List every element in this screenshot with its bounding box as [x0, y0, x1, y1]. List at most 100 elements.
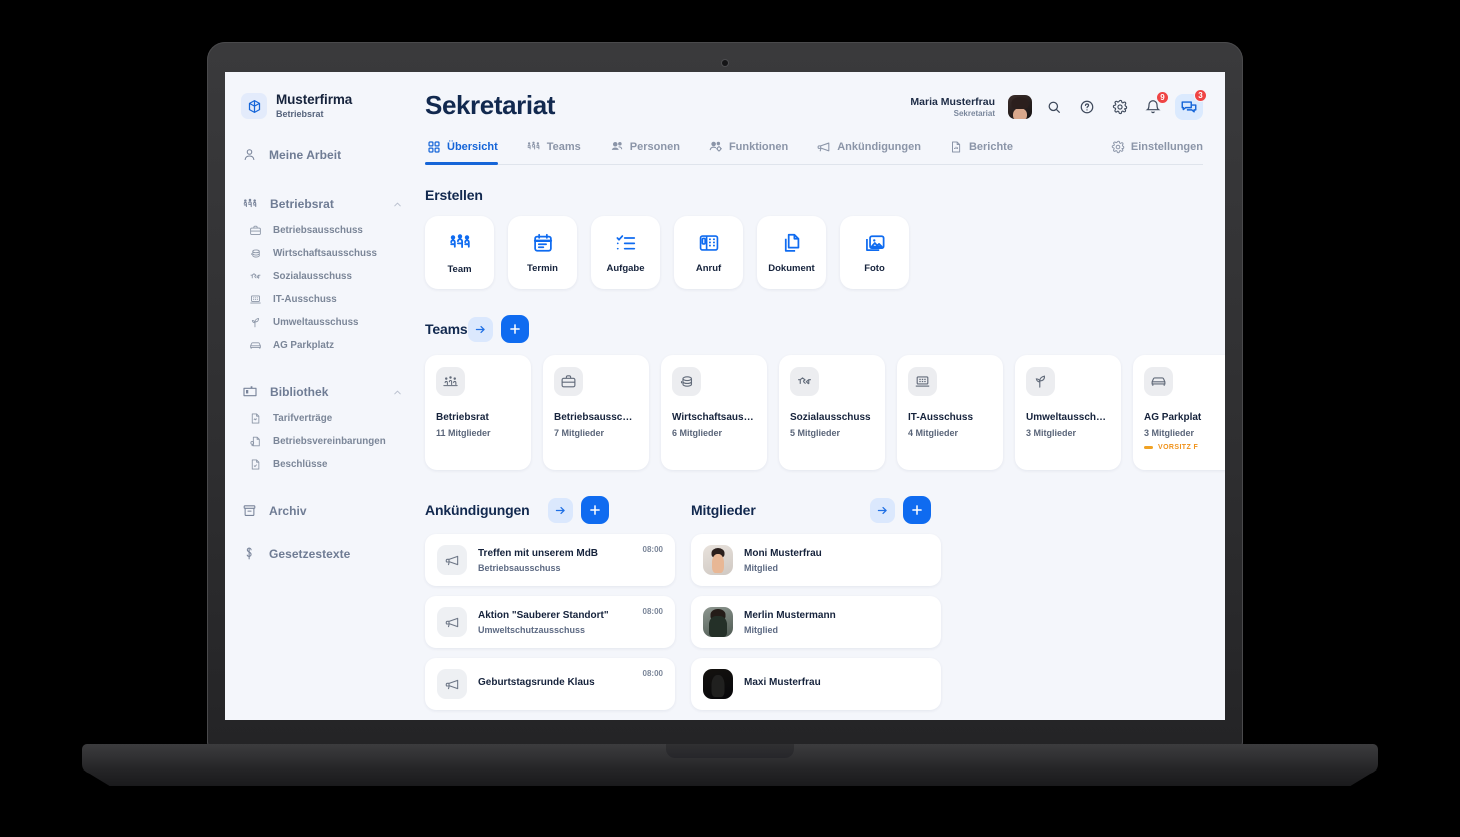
chevron-up-icon[interactable]: [392, 199, 403, 210]
member-name: Merlin Mustermann: [744, 609, 836, 621]
screenshot-stage: Musterfirma Betriebsrat Meine Arbeit Bet…: [0, 0, 1460, 837]
team-flag: VORSITZ F: [1144, 444, 1225, 451]
sidebar-item-beschluesse[interactable]: Beschlüsse: [225, 453, 417, 476]
sidebar-item-label: Archiv: [269, 503, 307, 518]
team-card[interactable]: Betriebsausschu... 7 Mitglieder: [543, 355, 649, 470]
arrow-right-icon[interactable]: [467, 316, 493, 342]
brand-name: Musterfirma: [276, 92, 353, 107]
laptop-foot: [83, 770, 1377, 786]
tab-ankuendigungen[interactable]: Ankündigungen: [814, 135, 933, 165]
team-card[interactable]: Wirtschaftsauss... 6 Mitglieder: [661, 355, 767, 470]
add-member-button[interactable]: [903, 496, 931, 524]
sidebar-item-meine-arbeit[interactable]: Meine Arbeit: [225, 140, 417, 169]
sidebar-item-gesetzestexte[interactable]: Gesetzestexte: [225, 539, 417, 568]
sidebar-footer-nav: Archiv Gesetzestexte: [225, 496, 417, 568]
lists-row: Ankündigungen Treffen mit unserem MdB Be…: [425, 496, 1225, 710]
announcement-subtitle: Betriebsausschuss: [478, 562, 561, 573]
team-name: IT-Ausschuss: [908, 412, 974, 423]
team-card[interactable]: AG Parkplat 3 Mitglieder VORSITZ F: [1133, 355, 1225, 470]
list-item[interactable]: Geburtstagsrunde Klaus 08:00: [425, 658, 675, 710]
create-card-foto[interactable]: Foto: [840, 216, 909, 289]
people-group-icon: [448, 231, 472, 255]
sidebar-group-header-betriebsrat[interactable]: Betriebsrat: [225, 189, 417, 219]
page-title: Sekretariat: [425, 90, 556, 120]
tab-teams[interactable]: Teams: [524, 135, 593, 165]
member-name: Maxi Musterfrau: [744, 676, 821, 688]
members-title: Mitglieder: [691, 502, 756, 518]
avatar[interactable]: [1008, 95, 1032, 119]
list-item[interactable]: Maxi Musterfrau: [691, 658, 941, 710]
sidebar-item-betriebsausschuss[interactable]: Betriebsausschuss: [225, 219, 417, 242]
team-card[interactable]: Sozialausschuss 5 Mitglieder: [779, 355, 885, 470]
create-card-termin[interactable]: Termin: [508, 216, 577, 289]
arrow-right-icon[interactable]: [547, 497, 573, 523]
handshake-icon: [249, 270, 262, 283]
tab-uebersicht[interactable]: Übersicht: [425, 136, 510, 165]
sidebar-item-sozialausschuss[interactable]: Sozialausschuss: [225, 265, 417, 288]
sidebar-item-label: Meine Arbeit: [269, 147, 342, 162]
list-item[interactable]: Moni Musterfrau Mitglied: [691, 534, 941, 586]
announcement-subtitle: Umweltschutzausschuss: [478, 624, 586, 635]
sidebar-item-archiv[interactable]: Archiv: [225, 496, 417, 525]
sidebar-item-tarifvertraege[interactable]: Tarifverträge: [225, 407, 417, 430]
sidebar-item-betriebsvereinbarungen[interactable]: Betriebsvereinbarungen: [225, 430, 417, 453]
teams-actions: [467, 315, 529, 343]
sidebar-item-umweltausschuss[interactable]: Umweltausschuss: [225, 311, 417, 334]
sidebar: Musterfirma Betriebsrat Meine Arbeit Bet…: [225, 72, 417, 720]
sidebar-item-wirtschaftsausschuss[interactable]: Wirtschaftsausschuss: [225, 242, 417, 265]
tab-personen[interactable]: Personen: [607, 135, 692, 165]
webcam-icon: [722, 60, 728, 66]
arrow-right-icon[interactable]: [870, 497, 895, 523]
desk-phone-icon: [698, 232, 720, 254]
announcements-section: Ankündigungen Treffen mit unserem MdB Be…: [425, 496, 675, 710]
team-card[interactable]: IT-Ausschuss 4 Mitglieder: [897, 355, 1003, 470]
create-card-aufgabe[interactable]: Aufgabe: [591, 216, 660, 289]
current-user[interactable]: Maria Musterfrau Sekretariat: [910, 96, 995, 118]
create-card-anruf[interactable]: Anruf: [674, 216, 743, 289]
create-card-label: Dokument: [768, 262, 815, 274]
members-section: Mitglieder Moni Musterfrau Mitglied Merl…: [691, 496, 941, 710]
sidebar-item-ag-parkplatz[interactable]: AG Parkplatz: [225, 334, 417, 357]
add-team-button[interactable]: [500, 315, 529, 343]
team-members: 7 Mitglieder: [554, 428, 605, 438]
team-members: 5 Mitglieder: [790, 428, 841, 438]
add-announcement-button[interactable]: [580, 496, 609, 524]
list-item[interactable]: Aktion "Sauberer Standort" Umweltschutza…: [425, 596, 675, 648]
sidebar-item-label: Gesetzestexte: [269, 546, 351, 561]
chat-icon[interactable]: 3: [1175, 89, 1207, 120]
sidebar-item-it-ausschuss[interactable]: IT-Ausschuss: [225, 288, 417, 311]
avatar: [703, 669, 733, 699]
laptop-screen: Musterfirma Betriebsrat Meine Arbeit Bet…: [225, 72, 1225, 720]
team-members: 4 Mitglieder: [908, 428, 959, 438]
bell-icon[interactable]: 9: [1142, 91, 1169, 118]
teams-card-row: Betriebsrat 11 Mitglieder Betriebsaussch…: [425, 355, 1225, 470]
create-card-dokument[interactable]: Dokument: [757, 216, 826, 289]
team-members: 11 Mitglieder: [436, 428, 491, 438]
gear-icon[interactable]: [1109, 96, 1131, 118]
create-card-team[interactable]: Team: [425, 216, 494, 289]
sidebar-item-label: Tarifverträge: [273, 413, 333, 425]
archive-icon: [242, 503, 257, 518]
sidebar-group-header-bibliothek[interactable]: Bibliothek: [225, 377, 417, 407]
team-card[interactable]: Betriebsrat 11 Mitglieder: [425, 355, 531, 470]
tab-funktionen[interactable]: Funktionen: [706, 135, 800, 165]
tab-einstellungen[interactable]: Einstellungen: [1109, 136, 1203, 165]
list-item[interactable]: Treffen mit unserem MdB Betriebsausschus…: [425, 534, 675, 586]
team-card[interactable]: Umweltausschuss 3 Mitglieder: [1015, 355, 1121, 470]
chevron-up-icon[interactable]: [392, 387, 403, 398]
tab-berichte[interactable]: Berichte: [947, 136, 1025, 165]
team-name: Betriebsrat: [436, 412, 489, 423]
sidebar-primary-nav: Meine Arbeit: [225, 140, 417, 169]
sidebar-group-label: Betriebsrat: [270, 197, 334, 212]
help-circle-icon[interactable]: [1076, 96, 1098, 118]
sidebar-item-label: Wirtschaftsausschuss: [273, 248, 377, 260]
team-flag-label: VORSITZ F: [1158, 444, 1199, 451]
brand[interactable]: Musterfirma Betriebsrat: [225, 88, 417, 120]
app-window: Musterfirma Betriebsrat Meine Arbeit Bet…: [225, 72, 1225, 720]
search-icon[interactable]: [1043, 96, 1065, 118]
document-icon: [249, 412, 262, 425]
team-members: 3 Mitglieder: [1144, 428, 1195, 438]
list-item[interactable]: Merlin Mustermann Mitglied: [691, 596, 941, 648]
announcement-title: Treffen mit unserem MdB: [478, 547, 599, 559]
image-icon: [864, 232, 886, 254]
